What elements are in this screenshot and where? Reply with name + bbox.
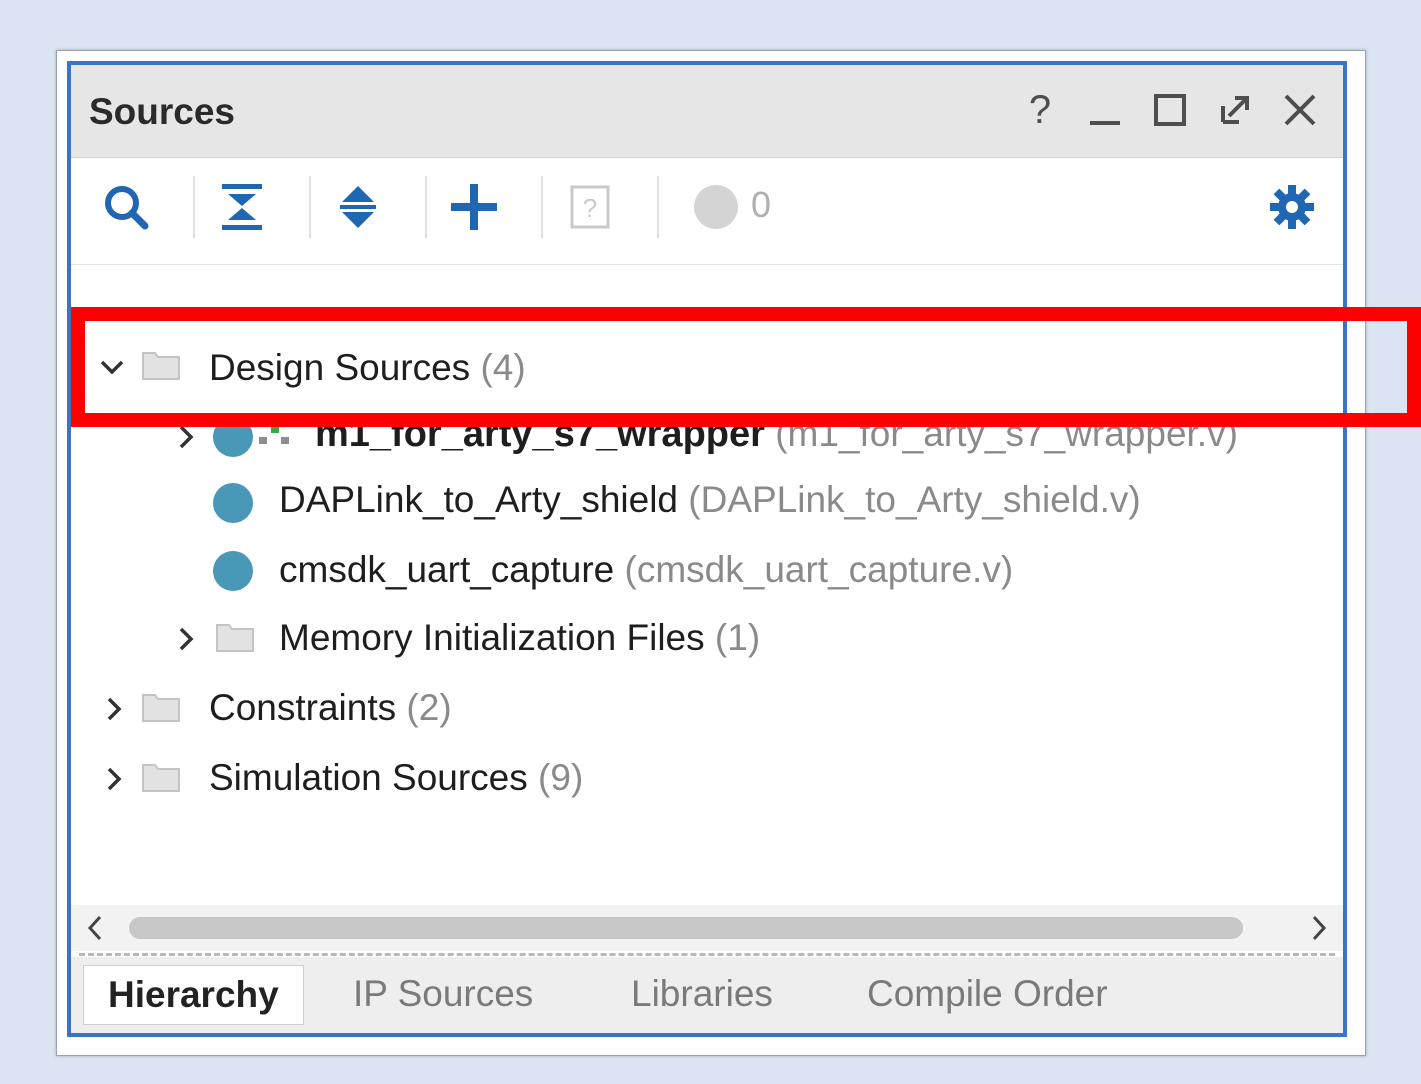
tree-item-count: (4): [480, 347, 526, 388]
tree-item-file: (cmsdk_uart_capture.v): [624, 549, 1014, 590]
tree-item-label: Memory Initialization Files: [279, 617, 705, 658]
tree-item-file: (DAPLink_to_Arty_shield.v): [688, 479, 1141, 520]
horizontal-scrollbar[interactable]: [71, 905, 1343, 951]
expand-all-icon: [340, 186, 376, 228]
messages-count: 0: [751, 184, 772, 225]
minimize-button[interactable]: [1081, 85, 1129, 135]
sources-tree: Design Sources (4) m1_for_arty_s7_wrappe…: [71, 265, 1343, 905]
gear-icon: [1270, 185, 1314, 229]
tree-item-count: (1): [714, 617, 761, 658]
add-sources-button[interactable]: [439, 172, 509, 242]
collapse-all-icon: [222, 184, 262, 230]
toolbar-separator: [541, 176, 543, 238]
chevron-right-icon[interactable]: [171, 417, 201, 457]
tree-item-simulation-sources[interactable]: Simulation Sources (9): [71, 755, 1343, 821]
settings-button[interactable]: [1257, 172, 1327, 242]
tree-item-count: (2): [406, 687, 452, 728]
title-bar: Sources ?: [71, 65, 1343, 158]
module-icon: [213, 417, 253, 457]
messages-icon: [694, 185, 738, 229]
folder-icon: [142, 694, 180, 722]
tree-item-label: DAPLink_to_Arty_shield: [279, 479, 678, 520]
folder-icon: [142, 764, 180, 792]
expand-all-button[interactable]: [323, 172, 393, 242]
sources-panel-inner: Sources ? ? 0 Design Sources (4) m1_for_…: [67, 61, 1347, 1037]
minimize-icon: [1090, 121, 1120, 125]
chevron-right-icon[interactable]: [99, 759, 129, 799]
chevron-down-icon[interactable]: [97, 347, 127, 387]
toolbar-separator: [309, 176, 311, 238]
toolbar-separator: [425, 176, 427, 238]
close-button[interactable]: [1276, 85, 1324, 135]
scroll-left-button[interactable]: [83, 913, 107, 948]
folder-icon: [142, 352, 180, 380]
module-icon: [213, 483, 253, 523]
sources-panel: Sources ? ? 0 Design Sources (4) m1_for_…: [56, 50, 1366, 1056]
unknown-file-button[interactable]: ?: [555, 172, 625, 242]
maximize-icon: [1154, 94, 1186, 126]
toolbar-separator: [657, 176, 659, 238]
tab-ip-sources[interactable]: IP Sources: [353, 965, 533, 1023]
svg-text:?: ?: [583, 193, 597, 223]
float-button[interactable]: [1211, 85, 1259, 135]
folder-icon: [216, 624, 254, 652]
maximize-button[interactable]: [1146, 85, 1194, 135]
chevron-right-icon[interactable]: [171, 619, 201, 659]
toolbar: ? 0: [71, 158, 1343, 266]
add-icon: [451, 184, 497, 230]
panel-title: Sources: [89, 91, 236, 132]
help-icon: ?: [1028, 87, 1052, 132]
tab-compile-order[interactable]: Compile Order: [867, 965, 1108, 1023]
chevron-right-icon[interactable]: [99, 689, 129, 729]
tree-item-memory-init[interactable]: Memory Initialization Files (1): [71, 615, 1343, 681]
close-icon: [1284, 94, 1316, 126]
search-button[interactable]: [91, 172, 161, 242]
tree-item-daplink[interactable]: DAPLink_to_Arty_shield (DAPLink_to_Arty_…: [71, 479, 1343, 547]
chevron-left-icon: [87, 915, 102, 941]
tree-item-design-sources[interactable]: Design Sources (4): [71, 335, 1343, 401]
tree-item-label: cmsdk_uart_capture: [279, 549, 615, 590]
chevron-right-icon: [1312, 915, 1327, 941]
search-icon: [105, 186, 149, 230]
unknown-file-icon: ?: [570, 185, 610, 229]
collapse-all-button[interactable]: [207, 172, 277, 242]
toolbar-separator: [193, 176, 195, 238]
messages-button[interactable]: [681, 172, 751, 242]
tab-bar: Hierarchy IP Sources Libraries Compile O…: [71, 957, 1343, 1033]
top-module-icon: [259, 426, 289, 444]
tree-item-label: Constraints: [209, 687, 397, 728]
float-icon: [1221, 96, 1249, 124]
tab-libraries[interactable]: Libraries: [631, 965, 773, 1023]
tree-item-count: (9): [538, 757, 584, 798]
tree-item-top-module[interactable]: m1_for_arty_s7_wrapper (m1_for_arty_s7_w…: [71, 403, 1343, 469]
tree-item-constraints[interactable]: Constraints (2): [71, 685, 1343, 751]
scrollbar-thumb[interactable]: [129, 917, 1243, 939]
tree-item-uart-capture[interactable]: cmsdk_uart_capture (cmsdk_uart_capture.v…: [71, 547, 1343, 613]
module-icon: [213, 551, 253, 591]
tree-item-label: Design Sources: [209, 347, 471, 388]
tab-hierarchy[interactable]: Hierarchy: [83, 965, 304, 1025]
scroll-right-button[interactable]: [1307, 913, 1331, 948]
tree-item-file: (m1_for_arty_s7_wrapper.v): [775, 413, 1238, 454]
tree-item-label: m1_for_arty_s7_wrapper: [315, 413, 765, 455]
divider: [79, 953, 1335, 956]
tree-item-label: Simulation Sources: [209, 757, 528, 798]
help-button[interactable]: ?: [1016, 85, 1064, 135]
